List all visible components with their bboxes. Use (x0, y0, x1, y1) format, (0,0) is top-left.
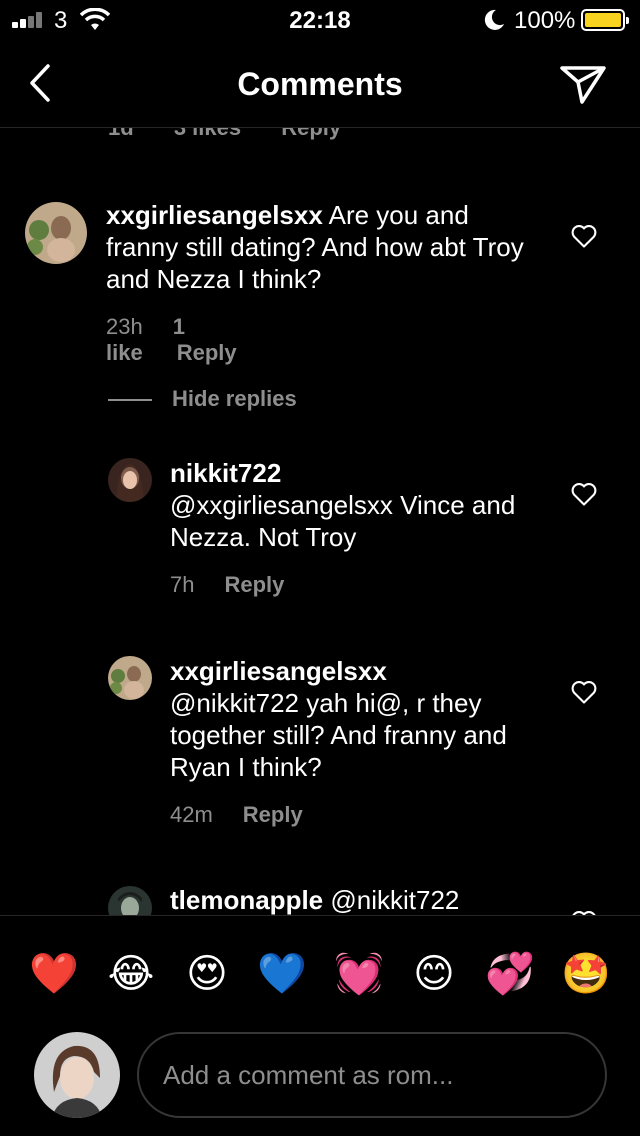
heart-icon[interactable] (570, 222, 598, 250)
reply-text: xxgirliesangelsxx @nikkit722 yah hi@, r … (170, 655, 550, 783)
reply-button[interactable]: Reply (177, 340, 237, 365)
reply-username[interactable]: tlemonapple (170, 885, 323, 915)
page-title: Comments (237, 66, 403, 102)
reply-text: tlemonapple @nikkit722 (170, 884, 550, 915)
reply-time: 42m (170, 802, 213, 827)
my-avatar (34, 1032, 120, 1118)
reply-time: 7h (170, 572, 195, 597)
avatar[interactable] (25, 202, 87, 264)
hide-replies-label: Hide replies (172, 386, 297, 411)
emoji-bar: ❤️ 😂 😍 💙 💓 😊 💞 🤩 (0, 915, 640, 1027)
emoji-smiling-face[interactable]: 😊 (408, 948, 460, 1000)
reply-text: nikkit722 @xxgirliesangelsxx Vince and N… (170, 457, 550, 553)
comment-text: xxgirliesangelsxx Are you and franny sti… (106, 199, 536, 295)
emoji-heart-eyes[interactable]: 😍 (181, 948, 233, 1000)
heart-icon[interactable] (570, 678, 598, 706)
reply-username[interactable]: nikkit722 (170, 457, 550, 489)
comment-username[interactable]: xxgirliesangelsxx (106, 200, 323, 230)
heart-icon[interactable] (570, 908, 598, 915)
hide-replies-button[interactable]: Hide replies (108, 386, 297, 412)
comment-input[interactable] (137, 1032, 607, 1118)
emoji-star-struck[interactable]: 🤩 (560, 948, 612, 1000)
emoji-red-heart[interactable]: ❤️ (28, 948, 80, 1000)
header: Comments (0, 40, 640, 128)
comment-input-bar (0, 1027, 640, 1136)
reply-button[interactable]: Reply (224, 572, 284, 597)
heart-icon[interactable] (570, 480, 598, 508)
emoji-two-hearts[interactable]: 💞 (484, 948, 536, 1000)
reply-body: @xxgirliesangelsxx Vince and Nezza. Not … (170, 490, 516, 552)
avatar[interactable] (108, 458, 152, 502)
reply-body: @nikkit722 yah hi@, r they together stil… (170, 688, 507, 782)
comment-meta: 23h 1 like Reply (106, 314, 271, 366)
reply-meta: 7h Reply (170, 572, 318, 598)
reply-meta: 42m Reply (170, 802, 337, 828)
emoji-beating-heart[interactable]: 💓 (333, 948, 385, 1000)
send-icon[interactable] (556, 58, 610, 108)
divider (108, 399, 152, 402)
comment-time: 23h (106, 314, 143, 339)
emoji-tears-of-joy[interactable]: 😂 (105, 948, 157, 1000)
emoji-blue-heart[interactable]: 💙 (256, 948, 308, 1000)
reply-username[interactable]: xxgirliesangelsxx (170, 655, 550, 687)
avatar[interactable] (108, 656, 152, 700)
comments-list[interactable]: 1d 3 likes Reply xxgirliesangelsxx Are y… (0, 0, 640, 915)
avatar[interactable] (108, 886, 152, 915)
reply-button[interactable]: Reply (243, 802, 303, 827)
reply-body: @nikkit722 (323, 885, 460, 915)
